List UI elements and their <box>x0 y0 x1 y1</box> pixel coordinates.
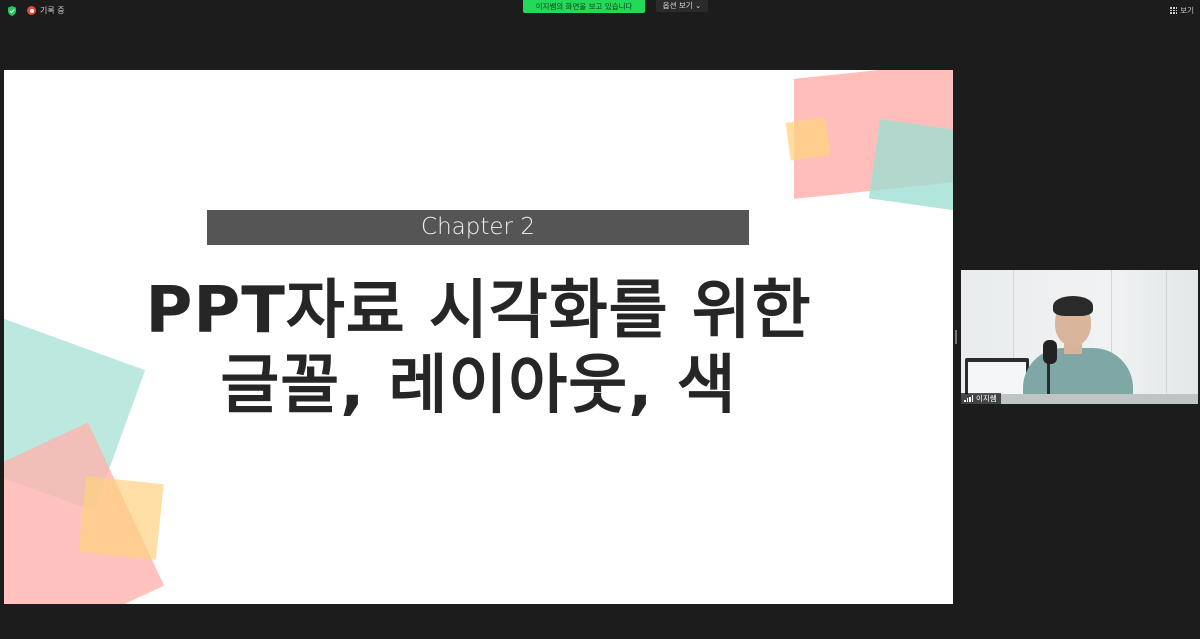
monitor-screen-shape <box>968 362 1026 394</box>
screen-share-banner: 이지쌤의 화면을 보고 있습니다 <box>523 0 645 13</box>
view-toggle-label: 보기 <box>1180 6 1194 15</box>
view-toggle-button[interactable]: 보기 <box>1170 5 1194 16</box>
recording-label: 기록 중 <box>40 6 65 15</box>
meeting-top-bar: 기록 중 이지쌤의 화면을 보고 있습니다 옵션 보기 ⌄ 보기 <box>0 0 1200 22</box>
participant-name-tag: 이지쌤 <box>961 393 1001 404</box>
chapter-label: Chapter 2 <box>207 210 749 245</box>
participant-video-tile[interactable]: 이지쌤 <box>961 270 1198 404</box>
recording-indicator[interactable]: 기록 중 <box>27 5 65 16</box>
wall-seam <box>1166 270 1167 404</box>
person-hair <box>1053 296 1093 316</box>
slide-title-line2: 글꼴, 레이아웃, 색 <box>220 349 737 423</box>
slide-title-line1: PPT자료 시각화를 위한 <box>145 274 812 348</box>
panel-resize-handle[interactable] <box>955 330 957 344</box>
slide-title: PPT자료 시각화를 위한 글꼴, 레이아웃, 색 <box>4 274 953 424</box>
shield-check-icon[interactable] <box>7 6 17 16</box>
view-options-button[interactable]: 옵션 보기 ⌄ <box>656 0 708 12</box>
record-icon <box>27 6 36 15</box>
signal-bars-icon <box>964 395 973 402</box>
decorative-shape-yellow <box>785 117 831 161</box>
shared-slide: Chapter 2 PPT자료 시각화를 위한 글꼴, 레이아웃, 색 <box>4 70 953 604</box>
decorative-shape-yellow <box>78 476 164 560</box>
grid-view-icon <box>1170 7 1178 14</box>
microphone <box>1043 340 1057 364</box>
decorative-shape-teal <box>868 119 953 211</box>
participant-name: 이지쌤 <box>976 394 997 403</box>
